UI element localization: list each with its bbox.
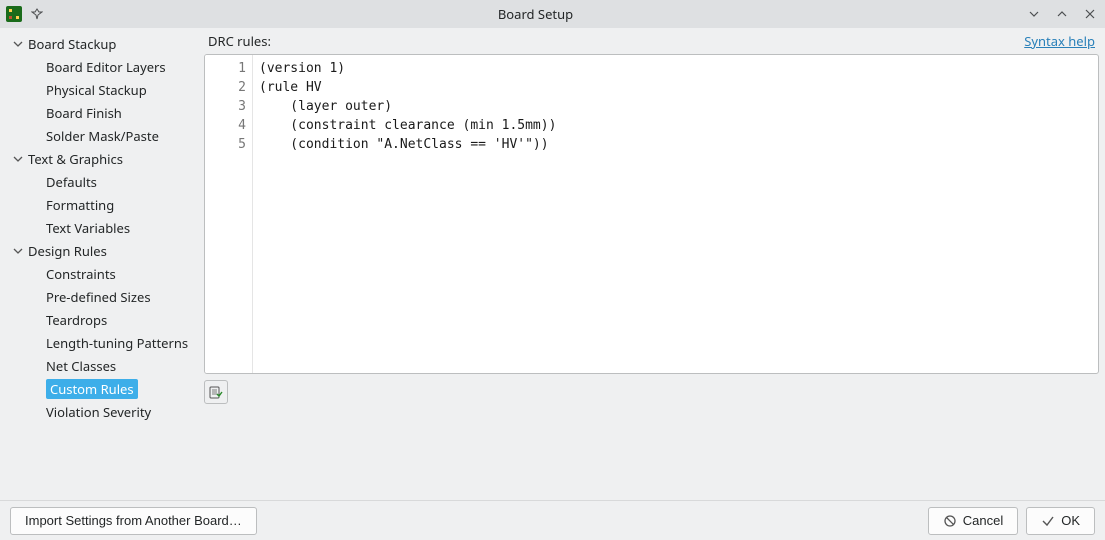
code-line[interactable]: (constraint clearance (min 1.5mm)) (259, 116, 1092, 135)
tree-item-label: Length-tuning Patterns (46, 334, 188, 352)
tree-item-label: Board Finish (46, 104, 122, 122)
minimize-icon[interactable] (1025, 5, 1043, 23)
gutter-line-number: 1 (205, 59, 252, 78)
tree-item[interactable]: Pre-defined Sizes (0, 285, 200, 308)
tree-item[interactable]: Board Editor Layers (0, 55, 200, 78)
tree-section-label: Text & Graphics (28, 150, 123, 168)
tree-item-label: Teardrops (46, 311, 107, 329)
tree-item-label: Pre-defined Sizes (46, 288, 151, 306)
tree-item-label: Text Variables (46, 219, 130, 237)
code-line[interactable]: (layer outer) (259, 97, 1092, 116)
gutter-line-number: 2 (205, 78, 252, 97)
tree-section[interactable]: Text & Graphics (0, 147, 200, 170)
tree-item[interactable]: Violation Severity (0, 400, 200, 423)
drc-rules-label: DRC rules: (208, 32, 271, 50)
chevron-down-icon (12, 245, 24, 257)
check-rules-button[interactable] (204, 380, 228, 404)
sidebar-tree[interactable]: Board Stackup Board Editor Layers Physical… (0, 28, 200, 500)
tree-item-label: Net Classes (46, 357, 116, 375)
tree-section[interactable]: Board Stackup (0, 32, 200, 55)
maximize-icon[interactable] (1053, 5, 1071, 23)
tree-section[interactable]: Design Rules (0, 239, 200, 262)
check-icon (1041, 514, 1055, 528)
tree-item[interactable]: Formatting (0, 193, 200, 216)
tree-item[interactable]: Teardrops (0, 308, 200, 331)
tree-item-label: Solder Mask/Paste (46, 127, 159, 145)
tree-item[interactable]: Net Classes (0, 354, 200, 377)
content-pane: DRC rules: Syntax help 12345 (version 1)… (200, 28, 1105, 500)
editor-code[interactable]: (version 1)(rule HV (layer outer) (const… (253, 55, 1098, 373)
code-line[interactable]: (version 1) (259, 59, 1092, 78)
close-icon[interactable] (1081, 5, 1099, 23)
tree-item[interactable]: Text Variables (0, 216, 200, 239)
chevron-down-icon (12, 153, 24, 165)
footer: Import Settings from Another Board… Canc… (0, 500, 1105, 540)
tree-item[interactable]: Board Finish (0, 101, 200, 124)
ok-label: OK (1061, 513, 1080, 528)
app-icon (6, 6, 22, 22)
tree-item[interactable]: Length-tuning Patterns (0, 331, 200, 354)
tree-section-label: Design Rules (28, 242, 107, 260)
tree-item-label: Violation Severity (46, 403, 151, 421)
pin-icon[interactable] (28, 5, 46, 23)
tree-item-label: Custom Rules (46, 379, 138, 399)
gutter-line-number: 3 (205, 97, 252, 116)
gutter-line-number: 5 (205, 135, 252, 154)
cancel-label: Cancel (963, 513, 1003, 528)
tree-item[interactable]: Custom Rules (0, 377, 200, 400)
titlebar: Board Setup (0, 0, 1105, 28)
tree-item-label: Physical Stackup (46, 81, 147, 99)
tree-item[interactable]: Constraints (0, 262, 200, 285)
gutter-line-number: 4 (205, 116, 252, 135)
main: Board Stackup Board Editor Layers Physical… (0, 28, 1105, 500)
syntax-help-link[interactable]: Syntax help (1024, 32, 1095, 50)
tree-item-label: Board Editor Layers (46, 58, 166, 76)
cancel-button[interactable]: Cancel (928, 507, 1018, 535)
chevron-down-icon (12, 38, 24, 50)
cancel-icon (943, 514, 957, 528)
code-line[interactable]: (condition "A.NetClass == 'HV'")) (259, 135, 1092, 154)
import-settings-button[interactable]: Import Settings from Another Board… (10, 507, 257, 535)
tree-item[interactable]: Defaults (0, 170, 200, 193)
tree-section-label: Board Stackup (28, 35, 116, 53)
window-title: Board Setup (52, 5, 1019, 23)
ok-button[interactable]: OK (1026, 507, 1095, 535)
tree-item[interactable]: Physical Stackup (0, 78, 200, 101)
tree-item-label: Defaults (46, 173, 97, 191)
code-editor[interactable]: 12345 (version 1)(rule HV (layer outer) … (204, 54, 1099, 374)
code-line[interactable]: (rule HV (259, 78, 1092, 97)
editor-gutter: 12345 (205, 55, 253, 373)
tree-item-label: Formatting (46, 196, 114, 214)
tree-item[interactable]: Solder Mask/Paste (0, 124, 200, 147)
import-settings-label: Import Settings from Another Board… (25, 513, 242, 528)
tree-item-label: Constraints (46, 265, 116, 283)
